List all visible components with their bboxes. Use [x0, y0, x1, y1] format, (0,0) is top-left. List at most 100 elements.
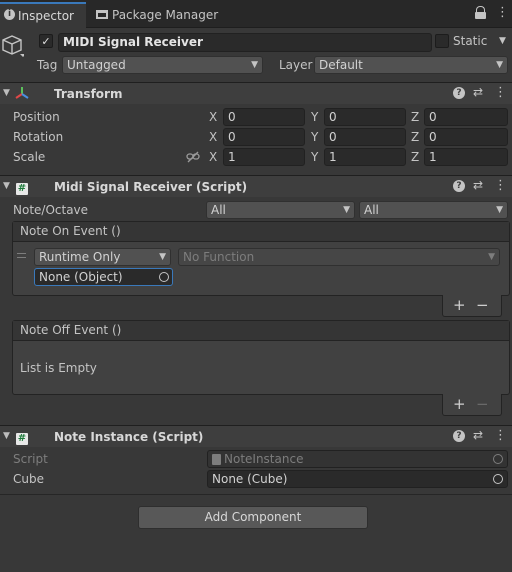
scale-y-field[interactable]: 1 [324, 148, 406, 166]
transform-title: Transform [54, 87, 123, 101]
note-instance-title: Note Instance (Script) [54, 430, 204, 444]
chevron-down-icon: ▼ [496, 60, 503, 70]
layer-dropdown[interactable]: Default ▼ [314, 56, 508, 74]
midi-receiver-title: Midi Signal Receiver (Script) [54, 180, 248, 194]
script-label: Script [13, 452, 48, 466]
rotation-y-label[interactable]: Y [311, 130, 318, 144]
function-value: No Function [183, 250, 255, 264]
tab-inspector-label: Inspector [18, 9, 74, 23]
note-off-add-remove: + − [442, 394, 502, 416]
info-icon: i [4, 9, 15, 20]
static-label: Static [453, 34, 488, 48]
help-icon[interactable]: ? [453, 180, 465, 192]
position-z-field[interactable]: 0 [424, 108, 508, 126]
presets-icon[interactable]: ⇄ [473, 178, 483, 192]
script-checkbox-icon[interactable]: # [16, 180, 28, 195]
foldout-arrow-icon[interactable]: ▼ [3, 181, 10, 191]
note-value: All [211, 203, 226, 217]
component-menu-icon[interactable]: ⋮ [494, 85, 507, 100]
tag-label: Tag [37, 58, 58, 72]
cube-field[interactable]: None (Cube) [207, 470, 508, 488]
object-field[interactable]: None (Object) [34, 268, 173, 286]
script-file-icon [212, 454, 221, 465]
gameobject-icon [2, 34, 26, 61]
note-octave-label: Note/Octave [13, 203, 89, 217]
package-icon [96, 10, 108, 19]
cube-label: Cube [13, 472, 44, 486]
scale-x-label[interactable]: X [209, 150, 217, 164]
presets-icon[interactable]: ⇄ [473, 428, 483, 442]
layer-label: Layer [279, 58, 313, 72]
tab-inspector[interactable]: i Inspector [0, 2, 86, 28]
scale-z-label[interactable]: Z [411, 150, 419, 164]
note-dropdown[interactable]: All ▼ [206, 201, 355, 219]
rotation-y-field[interactable]: 0 [324, 128, 406, 146]
object-picker-icon[interactable] [159, 272, 169, 282]
layer-value: Default [319, 58, 363, 72]
position-x-label[interactable]: X [209, 110, 217, 124]
runtime-value: Runtime Only [39, 250, 121, 264]
tab-package-manager-label: Package Manager [112, 8, 219, 22]
object-picker-icon[interactable] [493, 474, 503, 484]
midi-receiver-header[interactable]: ▼ # Midi Signal Receiver (Script) ? ⇄ ⋮ [0, 175, 512, 197]
add-listener-button[interactable]: + [453, 395, 466, 413]
add-component-button[interactable]: Add Component [138, 506, 368, 529]
octave-dropdown[interactable]: All ▼ [359, 201, 508, 219]
scale-y-label[interactable]: Y [311, 150, 318, 164]
add-listener-button[interactable]: + [453, 296, 466, 314]
lock-body-icon [475, 12, 486, 19]
chevron-down-icon: ▼ [343, 205, 350, 215]
foldout-arrow-icon[interactable]: ▼ [3, 88, 10, 98]
rotation-x-field[interactable]: 0 [223, 128, 305, 146]
script-field: NoteInstance [207, 450, 508, 468]
script-value: NoteInstance [224, 452, 304, 466]
rotation-z-label[interactable]: Z [411, 130, 419, 144]
function-dropdown[interactable]: No Function ▼ [178, 248, 500, 266]
scale-z-field[interactable]: 1 [424, 148, 508, 166]
chevron-down-icon: ▼ [159, 252, 166, 262]
divider [0, 494, 512, 495]
chevron-down-icon: ▼ [488, 252, 495, 262]
note-on-add-remove: + − [442, 295, 502, 317]
tab-package-manager[interactable]: Package Manager [88, 4, 228, 26]
remove-listener-button[interactable]: − [476, 296, 489, 314]
note-off-event: Note Off Event () List is Empty [12, 320, 510, 395]
position-label: Position [13, 110, 60, 124]
object-value: None (Object) [39, 270, 123, 284]
list-empty-text: List is Empty [20, 361, 97, 375]
component-menu-icon[interactable]: ⋮ [494, 178, 507, 193]
tab-menu-icon[interactable]: ⋮ [496, 5, 509, 20]
cube-value: None (Cube) [212, 472, 288, 486]
active-checkbox[interactable]: ✓ [39, 34, 53, 48]
note-on-event-title: Note On Event () [13, 222, 509, 242]
chevron-down-icon: ▼ [251, 60, 258, 70]
foldout-arrow-icon[interactable]: ▼ [3, 431, 10, 441]
static-checkbox[interactable] [435, 34, 449, 48]
transform-header[interactable]: ▼ Transform ? ⇄ ⋮ [0, 82, 512, 104]
note-instance-header[interactable]: ▼ # Note Instance (Script) ? ⇄ ⋮ [0, 425, 512, 447]
position-y-label[interactable]: Y [311, 110, 318, 124]
object-name-field[interactable]: MIDI Signal Receiver [58, 33, 432, 52]
static-dropdown-icon[interactable]: ▼ [499, 36, 506, 46]
scale-x-field[interactable]: 1 [223, 148, 305, 166]
position-y-field[interactable]: 0 [324, 108, 406, 126]
constrain-proportions-icon[interactable] [186, 151, 200, 166]
script-checkbox-icon[interactable]: # [16, 430, 28, 445]
help-icon[interactable]: ? [453, 87, 465, 99]
drag-handle-icon[interactable] [17, 253, 26, 258]
note-off-event-title: Note Off Event () [13, 321, 509, 341]
position-x-field[interactable]: 0 [223, 108, 305, 126]
tag-dropdown[interactable]: Untagged ▼ [62, 56, 263, 74]
chevron-down-icon: ▼ [496, 205, 503, 215]
transform-icon [14, 85, 30, 104]
runtime-dropdown[interactable]: Runtime Only ▼ [34, 248, 171, 266]
position-z-label[interactable]: Z [411, 110, 419, 124]
rotation-z-field[interactable]: 0 [424, 128, 508, 146]
component-menu-icon[interactable]: ⋮ [494, 428, 507, 443]
remove-listener-button[interactable]: − [476, 395, 489, 413]
rotation-x-label[interactable]: X [209, 130, 217, 144]
rotation-label: Rotation [13, 130, 64, 144]
help-icon[interactable]: ? [453, 430, 465, 442]
presets-icon[interactable]: ⇄ [473, 85, 483, 99]
note-on-event: Note On Event () Runtime Only ▼ No Funct… [12, 221, 510, 296]
